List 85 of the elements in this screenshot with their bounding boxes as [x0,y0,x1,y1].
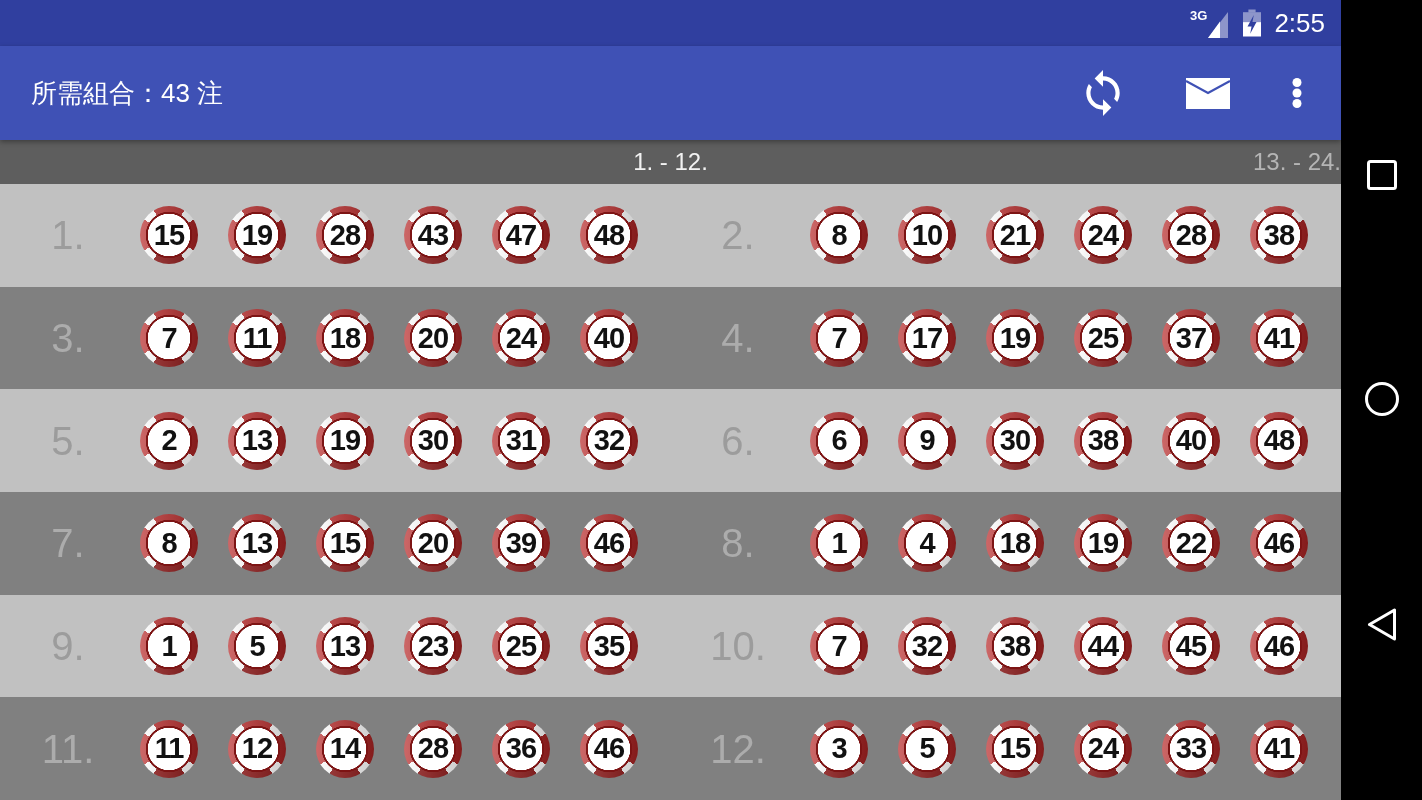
lottery-ball: 38 [986,617,1044,675]
lottery-ball: 38 [1074,411,1132,470]
lottery-ball: 3 [810,719,868,778]
home-icon[interactable] [1364,382,1399,416]
back-icon[interactable] [1366,608,1397,641]
lottery-ball: 41 [1250,309,1308,367]
lottery-ball: 23 [404,617,462,675]
battery-charging-icon [1243,9,1262,37]
lottery-ball: 19 [986,309,1044,367]
status-time: 2:55 [1274,8,1325,38]
lottery-ball: 25 [492,617,550,675]
lottery-ball: 13 [228,411,286,470]
lottery-ball: 2 [140,411,198,470]
lottery-ball: 37 [1162,309,1220,367]
lottery-ball: 22 [1162,514,1220,573]
lottery-ball: 10 [898,206,956,265]
lottery-ball: 7 [810,617,868,675]
lottery-ball: 19 [1074,514,1132,573]
lottery-ball: 13 [316,617,374,675]
lottery-ball: 44 [1074,617,1132,675]
page-tab[interactable]: 1. - 12. [633,147,708,177]
lottery-ball: 46 [1250,617,1308,675]
lottery-ball: 24 [492,309,550,367]
lottery-ball: 32 [580,411,638,470]
lottery-ball: 21 [986,206,1044,265]
network-type: 3G [1190,9,1208,23]
lottery-ball: 41 [1250,719,1308,778]
lottery-ball: 43 [404,206,462,265]
signal-icon [1208,12,1229,38]
lottery-ball: 28 [316,206,374,265]
page-tab[interactable]: 13. - 24. [1252,147,1341,177]
lottery-ball: 39 [492,514,550,573]
lottery-ball: 48 [580,206,638,265]
lottery-ball: 6 [810,411,868,470]
recent-apps-icon[interactable] [1366,160,1397,190]
lottery-ball: 17 [898,309,956,367]
lottery-ball: 5 [898,719,956,778]
lottery-ball: 15 [140,206,198,265]
lottery-ball: 13 [228,514,286,573]
lottery-ball: 18 [986,514,1044,573]
lottery-ball: 20 [404,309,462,367]
lottery-ball: 1 [810,514,868,573]
lottery-ball: 31 [492,411,550,470]
lottery-ball: 14 [316,719,374,778]
lottery-ball: 46 [580,719,638,778]
lottery-ball: 28 [1162,206,1220,265]
lottery-ball: 35 [580,617,638,675]
lottery-ball: 15 [316,514,374,573]
lottery-ball: 46 [1250,514,1308,573]
lottery-ball: 40 [1162,411,1220,470]
lottery-ball: 7 [810,309,868,367]
mail-icon[interactable] [1186,77,1230,109]
lottery-ball: 7 [140,309,198,367]
lottery-ball: 5 [228,617,286,675]
lottery-ball: 11 [228,309,286,367]
lottery-ball: 11 [140,719,198,778]
lottery-ball: 1 [140,617,198,675]
lottery-ball: 24 [1074,206,1132,265]
app-bar-title: 所需組合：43 注 [31,77,224,109]
lottery-ball: 8 [140,514,198,573]
lottery-ball: 33 [1162,719,1220,778]
lottery-ball: 4 [898,514,956,573]
lottery-ball: 24 [1074,719,1132,778]
lottery-ball: 18 [316,309,374,367]
lottery-ball: 38 [1250,206,1308,265]
lottery-ball: 8 [810,206,868,265]
lottery-ball: 12 [228,719,286,778]
lottery-ball: 19 [228,206,286,265]
lottery-ball: 47 [492,206,550,265]
lottery-ball: 19 [316,411,374,470]
lottery-ball: 9 [898,411,956,470]
lottery-ball: 28 [404,719,462,778]
lottery-ball: 30 [404,411,462,470]
lottery-ball: 25 [1074,309,1132,367]
lottery-ball: 32 [898,617,956,675]
lottery-ball: 46 [580,514,638,573]
lottery-ball: 30 [986,411,1044,470]
lottery-ball: 45 [1162,617,1220,675]
lottery-ball: 20 [404,514,462,573]
lottery-ball: 36 [492,719,550,778]
refresh-icon[interactable] [1085,69,1121,117]
overflow-menu-icon[interactable] [1292,78,1302,108]
lottery-ball: 15 [986,719,1044,778]
lottery-ball: 40 [580,309,638,367]
lottery-ball: 48 [1250,411,1308,470]
